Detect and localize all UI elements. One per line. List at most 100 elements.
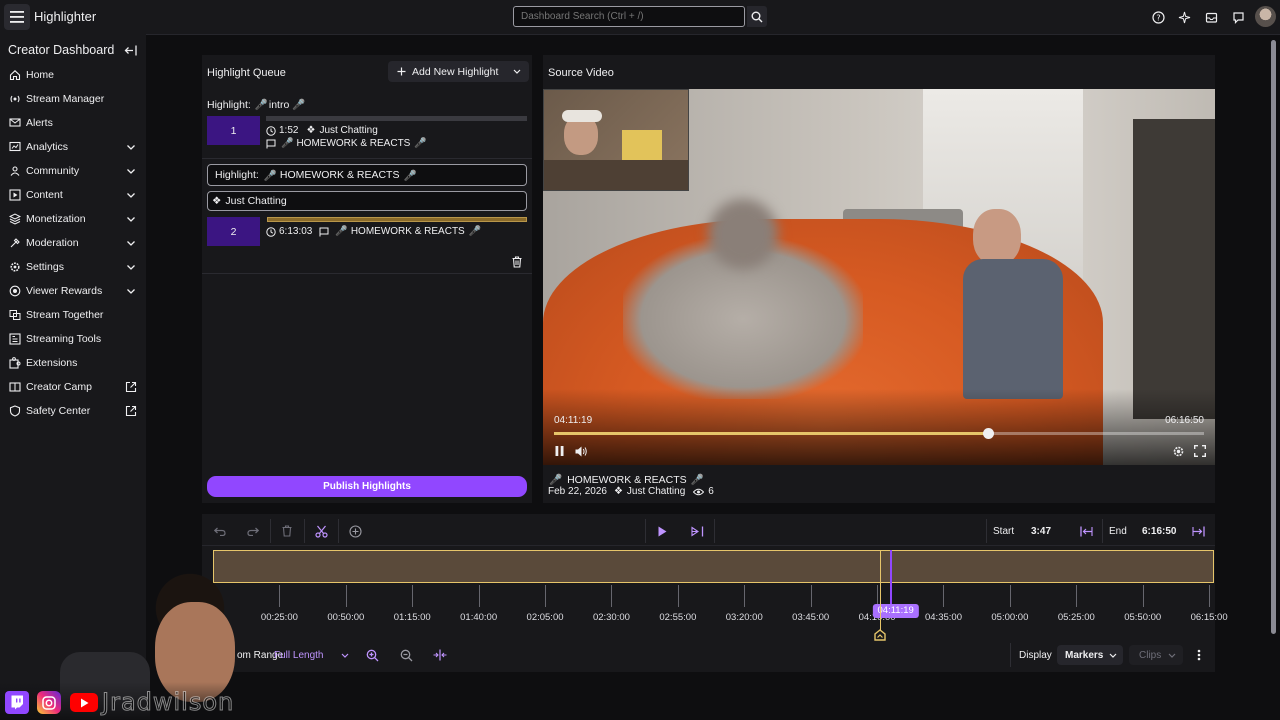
- chevron-down-icon[interactable]: [340, 651, 349, 659]
- end-value[interactable]: 6:16:50: [1142, 526, 1176, 537]
- publish-highlights-button[interactable]: Publish Highlights: [207, 476, 527, 497]
- sidebar-item-label: Stream Manager: [26, 93, 105, 105]
- safety-center-icon: [9, 405, 21, 417]
- sidebar-item-streaming-tools[interactable]: Streaming Tools: [0, 327, 146, 351]
- sidebar-item-label: Moderation: [26, 237, 79, 249]
- dashboard-search-input[interactable]: [513, 6, 745, 27]
- divider: [304, 519, 305, 543]
- sidebar-item-stream-manager[interactable]: Stream Manager: [0, 87, 146, 111]
- sidebar-item-monetization[interactable]: Monetization: [0, 207, 146, 231]
- sparkle-icon[interactable]: [1177, 10, 1191, 24]
- undo-icon[interactable]: [213, 525, 226, 537]
- sidebar-item-analytics[interactable]: Analytics: [0, 135, 146, 159]
- play-icon[interactable]: [656, 525, 668, 537]
- video-man-shirt: [963, 259, 1063, 399]
- queue-item[interactable]: Highlight: 🎤 intro 🎤 1 1:52 ❖ Just Chatt…: [202, 95, 532, 159]
- chevron-down-icon: [1109, 653, 1117, 658]
- sidebar-item-label: Analytics: [26, 141, 69, 153]
- volume-icon[interactable]: [574, 445, 587, 457]
- gear-icon[interactable]: [1171, 444, 1185, 458]
- sidebar-item-label: Content: [26, 189, 63, 201]
- marker-icon[interactable]: [873, 629, 886, 641]
- highlight-progress-track: [266, 116, 527, 121]
- tick-label: 00:50:00: [327, 612, 365, 623]
- tick-label: 03:45:00: [792, 612, 830, 623]
- queue-number: 1: [207, 116, 260, 145]
- video-doorway: [1133, 119, 1215, 419]
- start-value[interactable]: 3:47: [1031, 526, 1051, 537]
- sidebar-item-viewer-rewards[interactable]: Viewer Rewards: [0, 279, 146, 303]
- more-options-icon[interactable]: [1193, 648, 1205, 662]
- sidebar-item-alerts[interactable]: Alerts: [0, 111, 146, 135]
- trash-icon[interactable]: [281, 525, 293, 537]
- search-icon[interactable]: [747, 6, 767, 27]
- instagram-logo-icon: [37, 691, 61, 714]
- external-link-icon: [125, 405, 137, 417]
- tick-mark: [677, 585, 679, 607]
- markers-toggle[interactable]: Markers: [1057, 645, 1123, 665]
- set-start-icon[interactable]: [1079, 525, 1093, 537]
- tick-label: 01:40:00: [460, 612, 498, 623]
- redo-icon[interactable]: [246, 525, 259, 537]
- add-highlight-split-button: Add New Highlight: [388, 61, 529, 82]
- sidebar-item-label: Extensions: [26, 357, 78, 369]
- top-bar: Highlighter ?: [0, 0, 1280, 35]
- zoom-out-icon[interactable]: [399, 648, 413, 662]
- pause-icon[interactable]: [553, 445, 565, 457]
- sidebar-item-creator-camp[interactable]: Creator Camp: [0, 375, 146, 399]
- tick-mark: [611, 585, 613, 607]
- video-date: Feb 22, 2026: [548, 486, 607, 497]
- sidebar-item-moderation[interactable]: Moderation: [0, 231, 146, 255]
- set-end-icon[interactable]: [1191, 525, 1205, 537]
- seek-handle[interactable]: [982, 428, 994, 439]
- streaming-tools-icon: [9, 333, 21, 345]
- sidebar-item-stream-together[interactable]: Stream Together: [0, 303, 146, 327]
- sidebar-item-settings[interactable]: Settings: [0, 255, 146, 279]
- menu-icon[interactable]: [4, 4, 30, 30]
- fullscreen-icon[interactable]: [1193, 444, 1207, 458]
- tick-label: 05:25:00: [1057, 612, 1095, 623]
- timeline-clip-track[interactable]: [213, 550, 1214, 583]
- video-player[interactable]: 04:11:19 06:16:50: [543, 89, 1215, 465]
- sidebar-item-label: Streaming Tools: [26, 333, 102, 345]
- sidebar-item-safety-center[interactable]: Safety Center: [0, 399, 146, 423]
- source-video-title: Source Video: [548, 67, 614, 79]
- seek-bar[interactable]: [554, 428, 1204, 439]
- queue-title: Highlight Queue: [207, 67, 286, 79]
- scissors-icon[interactable]: [314, 524, 328, 538]
- collapse-sidebar-icon[interactable]: [124, 44, 137, 57]
- divider: [1010, 643, 1011, 667]
- category-field[interactable]: ❖ Just Chatting: [207, 191, 527, 211]
- stream-title: HOMEWORK & REACTS: [350, 226, 465, 237]
- sidebar-item-community[interactable]: Community: [0, 159, 146, 183]
- zoom-range-select[interactable]: Full Length: [274, 650, 323, 661]
- inbox-icon[interactable]: [1204, 10, 1218, 24]
- fit-timeline-icon[interactable]: [433, 648, 447, 662]
- stream-title-icon: [319, 227, 329, 236]
- sidebar-item-home[interactable]: Home: [0, 63, 146, 87]
- divider: [645, 519, 646, 543]
- emote-icon: 🎤: [549, 474, 563, 486]
- trash-icon[interactable]: [510, 255, 523, 268]
- video-category: Just Chatting: [626, 486, 686, 497]
- chevron-down-icon[interactable]: [510, 65, 524, 78]
- help-icon[interactable]: ?: [1151, 10, 1165, 24]
- play-selection-icon[interactable]: [690, 525, 704, 537]
- page-scrollbar[interactable]: [1271, 40, 1276, 634]
- avatar[interactable]: [1255, 6, 1276, 27]
- marker-line: [879, 550, 881, 630]
- highlight-title-field[interactable]: Highlight: 🎤 HOMEWORK & REACTS 🎤: [207, 164, 527, 186]
- sidebar-item-extensions[interactable]: Extensions: [0, 351, 146, 375]
- highlight-progress-track: [267, 217, 527, 222]
- divider: [714, 519, 715, 543]
- queue-item[interactable]: Highlight: 🎤 HOMEWORK & REACTS 🎤 ❖ Just …: [202, 159, 532, 273]
- emote-icon: 🎤: [690, 474, 704, 486]
- playhead[interactable]: [889, 550, 892, 608]
- whispers-icon[interactable]: [1231, 10, 1245, 24]
- add-marker-icon[interactable]: [348, 524, 362, 538]
- highlight-prefix: Highlight:: [215, 169, 259, 181]
- add-new-highlight-button[interactable]: Add New Highlight: [388, 61, 508, 82]
- zoom-in-icon[interactable]: [365, 648, 379, 662]
- clips-toggle[interactable]: Clips: [1129, 645, 1183, 665]
- sidebar-item-content[interactable]: Content: [0, 183, 146, 207]
